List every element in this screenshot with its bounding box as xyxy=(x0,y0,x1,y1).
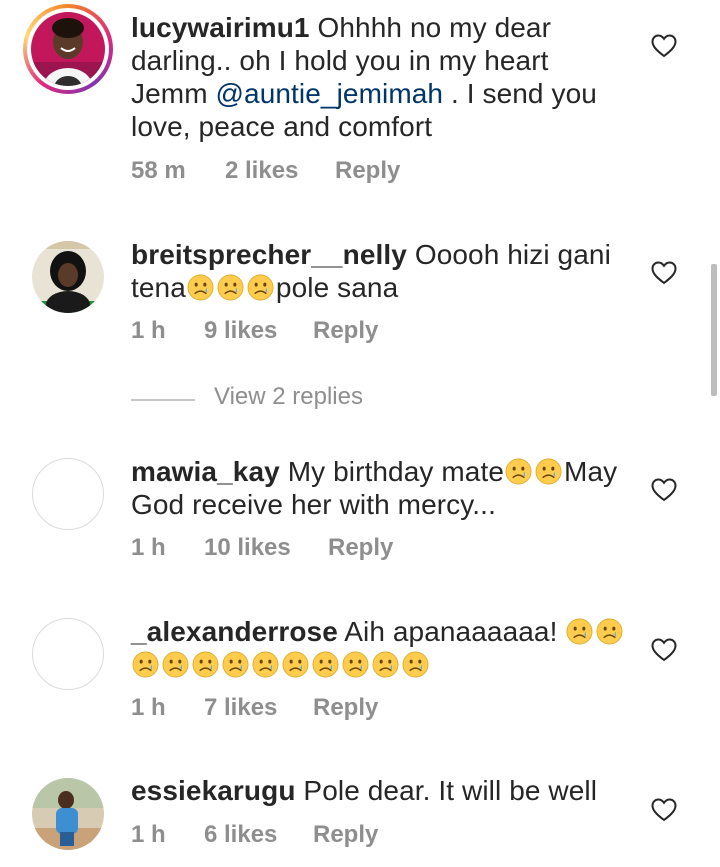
comment-text: breitsprecher__nelly Ooooh hizi gani ten… xyxy=(131,238,631,304)
crying-face-emoji xyxy=(252,651,279,678)
likes-count[interactable]: 6 likes xyxy=(204,821,313,849)
reply-button[interactable]: Reply xyxy=(313,694,378,722)
comment-meta: 1 h 6 likes Reply xyxy=(131,821,378,849)
likes-count[interactable]: 2 likes xyxy=(225,157,335,185)
emoji-group xyxy=(186,272,276,303)
comment-text: mawia_kay My birthday mate May God receiv… xyxy=(131,455,631,521)
reply-button[interactable]: Reply xyxy=(335,157,400,185)
likes-count[interactable]: 10 likes xyxy=(204,534,328,562)
heart-outline-icon[interactable] xyxy=(651,478,677,502)
crying-face-emoji xyxy=(247,274,274,301)
comment-username[interactable]: mawia_kay xyxy=(131,456,280,487)
reply-button[interactable]: Reply xyxy=(313,821,378,849)
likes-count[interactable]: 7 likes xyxy=(204,694,313,722)
comment-meta: 1 h 7 likes Reply xyxy=(131,694,378,722)
crying-face-emoji xyxy=(535,458,562,485)
avatar[interactable] xyxy=(32,241,104,313)
emoji-group xyxy=(504,456,564,487)
crying-face-emoji xyxy=(282,651,309,678)
scrollbar[interactable] xyxy=(711,264,717,396)
heart-outline-icon[interactable] xyxy=(651,34,677,58)
crying-face-emoji xyxy=(162,651,189,678)
comment-text: essiekarugu Pole dear. It will be well xyxy=(131,774,631,807)
divider-line xyxy=(131,399,195,401)
reply-button[interactable]: Reply xyxy=(328,534,393,562)
likes-count[interactable]: 9 likes xyxy=(204,317,313,345)
crying-face-emoji xyxy=(596,618,623,645)
crying-face-emoji xyxy=(192,651,219,678)
crying-face-emoji xyxy=(132,651,159,678)
mention-link[interactable]: @auntie_jemimah xyxy=(216,78,444,109)
comment-username[interactable]: breitsprecher__nelly xyxy=(131,239,407,270)
default-avatar[interactable] xyxy=(32,618,104,690)
view-replies-label[interactable]: View 2 replies xyxy=(214,383,363,411)
comment-time: 1 h xyxy=(131,821,166,848)
comment-username[interactable]: essiekarugu xyxy=(131,775,296,806)
comment-body: My birthday mate xyxy=(287,456,505,487)
crying-face-emoji xyxy=(372,651,399,678)
crying-face-emoji xyxy=(217,274,244,301)
crying-face-emoji xyxy=(402,651,429,678)
crying-face-emoji xyxy=(505,458,532,485)
crying-face-emoji xyxy=(342,651,369,678)
comment-time: 1 h xyxy=(131,317,166,344)
crying-face-emoji xyxy=(566,618,593,645)
comment-body-cont: pole sana xyxy=(275,272,399,303)
default-avatar[interactable] xyxy=(32,458,104,530)
comment-body: Aih apanaaaaaa! xyxy=(344,616,566,647)
comment-time: 1 h xyxy=(131,534,166,561)
crying-face-emoji xyxy=(312,651,339,678)
comment-text: _alexanderrose Aih apanaaaaaa! xyxy=(131,615,641,681)
comment-meta: 58 m 2 likes Reply xyxy=(131,157,400,185)
heart-outline-icon[interactable] xyxy=(651,261,677,285)
comment-meta: 1 h 9 likes Reply xyxy=(131,317,378,345)
comment-text: lucywairimu1 Ohhhh no my dear darling.. … xyxy=(131,11,631,143)
reply-button[interactable]: Reply xyxy=(313,317,378,345)
comment-body: Pole dear. It will be well xyxy=(303,775,598,806)
avatar[interactable] xyxy=(32,778,104,850)
heart-outline-icon[interactable] xyxy=(651,638,677,662)
comment-username[interactable]: _alexanderrose xyxy=(131,616,338,647)
comment-time: 1 h xyxy=(131,694,166,721)
crying-face-emoji xyxy=(187,274,214,301)
story-ring[interactable] xyxy=(23,4,113,94)
comment-username[interactable]: lucywairimu1 xyxy=(131,12,310,43)
avatar[interactable] xyxy=(31,12,105,86)
comment-time: 58 m xyxy=(131,157,186,184)
comment-meta: 1 h 10 likes Reply xyxy=(131,534,393,562)
heart-outline-icon[interactable] xyxy=(651,798,677,822)
crying-face-emoji xyxy=(222,651,249,678)
